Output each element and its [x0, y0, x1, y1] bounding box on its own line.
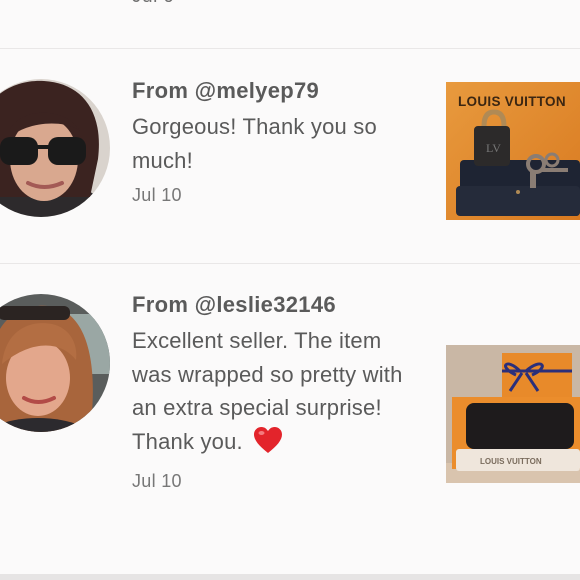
reviewer-avatar[interactable]	[0, 294, 110, 432]
reviewer-username[interactable]: From @leslie32146	[132, 292, 422, 318]
product-thumbnail[interactable]: LOUIS VUITTON LV	[446, 82, 580, 220]
reviewer-username[interactable]: From @melyep79	[132, 78, 422, 104]
review-text: Gorgeous! Thank you so much!	[132, 114, 377, 173]
product-thumbnail[interactable]: LOUIS VUITTON	[446, 345, 580, 483]
review-text-block: Excellent seller. The item was wrapped s…	[132, 324, 422, 463]
svg-text:LV: LV	[486, 141, 501, 155]
divider	[0, 574, 580, 580]
thumbnail-brand-text: LOUIS VUITTON	[458, 94, 566, 109]
thumbnail-brand-text: LOUIS VUITTON	[480, 457, 542, 466]
divider	[0, 48, 580, 49]
review-date: Jul 10	[132, 471, 182, 491]
red-heart-icon	[253, 426, 283, 464]
reviewer-avatar[interactable]	[0, 79, 110, 217]
review-content: From @melyep79 Gorgeous! Thank you so mu…	[132, 78, 422, 206]
review-date: Jul 10	[132, 185, 182, 205]
previous-review-date: Jul 9	[132, 0, 175, 8]
divider	[0, 263, 580, 264]
review-content: From @leslie32146 Excellent seller. The …	[132, 292, 422, 492]
